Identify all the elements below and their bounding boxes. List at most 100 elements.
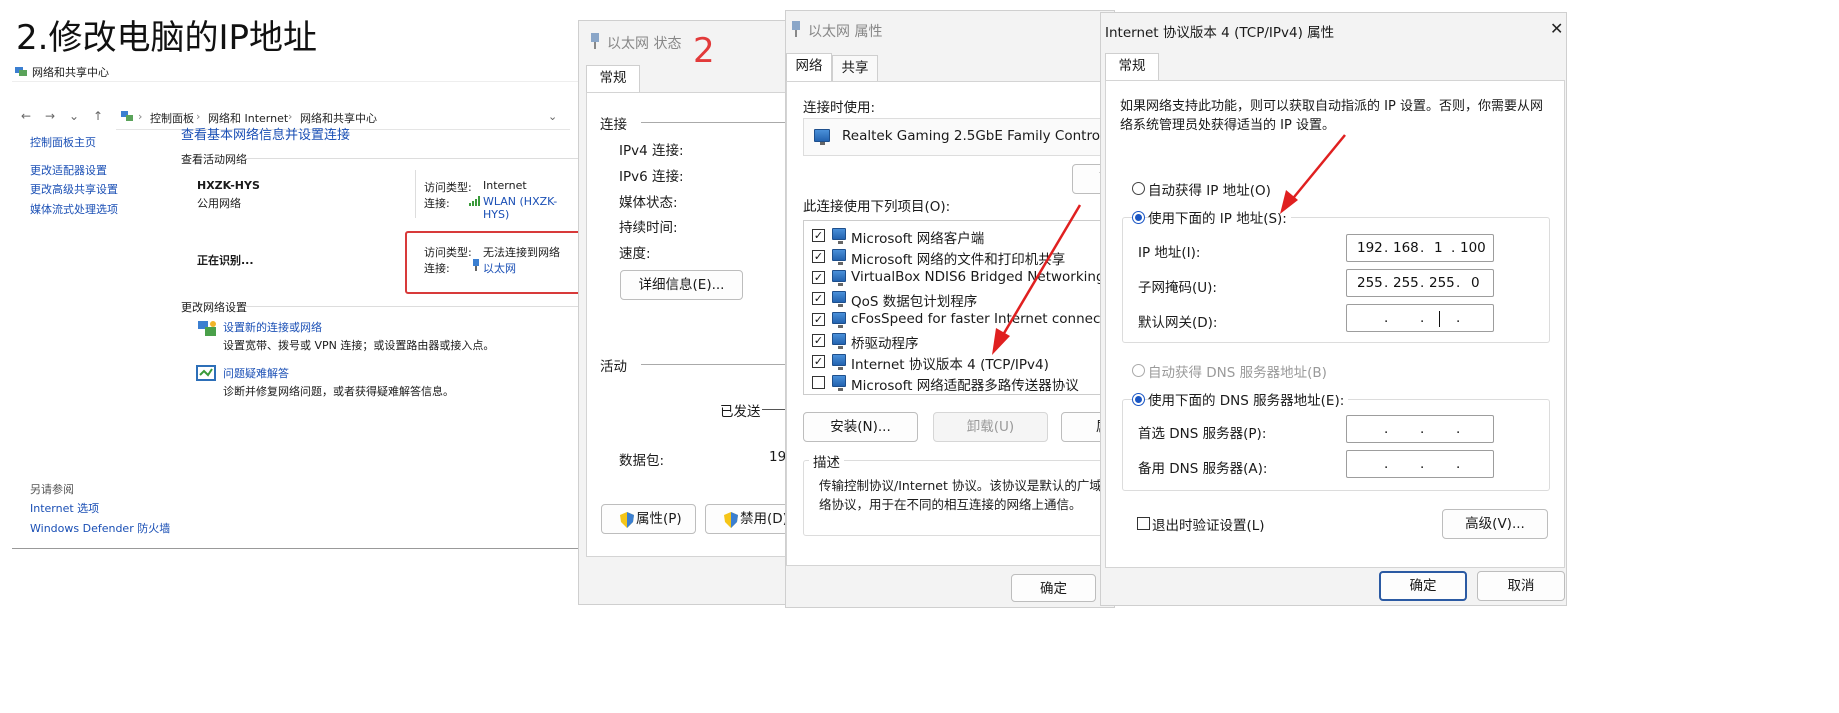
see-also-internet-options[interactable]: Internet 选项 bbox=[30, 500, 99, 516]
mask-octet-2: 255 bbox=[1393, 275, 1419, 291]
tab-general[interactable]: 常规 bbox=[1105, 53, 1159, 81]
auto-ip-label: 自动获得 IP 地址(O) bbox=[1148, 183, 1271, 199]
gateway-field[interactable]: .. . bbox=[1346, 304, 1494, 332]
tab-network[interactable]: 网络 bbox=[786, 53, 832, 81]
speed-label: 速度: bbox=[619, 246, 651, 262]
network-sharing-center-window: 网络和共享中心 ← → ⌄ ↑ › 控制面板 › 网络和 Internet › … bbox=[12, 60, 578, 640]
group-divider bbox=[641, 122, 789, 123]
access-type-label: 访问类型: bbox=[424, 246, 472, 259]
ethernet-icon bbox=[591, 33, 599, 49]
window-titlebar: 网络和共享中心 bbox=[12, 60, 578, 82]
ipv6-connection-label: IPv6 连接: bbox=[619, 169, 684, 185]
task-new-connection-desc: 设置宽带、拨号或 VPN 连接；或设置路由器或接入点。 bbox=[223, 339, 495, 352]
forward-arrow-icon[interactable]: → bbox=[42, 108, 58, 124]
description-label: 描述 bbox=[809, 451, 844, 471]
adapter-name: Realtek Gaming 2.5GbE Family Controller bbox=[842, 128, 1115, 144]
item-label: QoS 数据包计划程序 bbox=[851, 294, 978, 310]
item-checkbox[interactable]: ✓ bbox=[812, 292, 825, 305]
access-type-value: Internet bbox=[483, 179, 527, 192]
alternate-dns-label: 备用 DNS 服务器(A): bbox=[1138, 461, 1268, 477]
task-new-connection-link[interactable]: 设置新的连接或网络 bbox=[223, 319, 322, 335]
mask-octet-4: 0 bbox=[1471, 275, 1480, 291]
ok-button[interactable]: 确定 bbox=[1011, 574, 1096, 602]
dialog-title: Internet 协议版本 4 (TCP/IPv4) 属性 bbox=[1105, 25, 1335, 41]
packets-label: 数据包: bbox=[619, 453, 665, 469]
subnet-mask-label: 子网掩码(U): bbox=[1138, 280, 1217, 296]
manual-dns-radio[interactable] bbox=[1132, 393, 1145, 406]
uac-shield-icon bbox=[724, 512, 738, 528]
alternate-dns-field[interactable]: ... bbox=[1346, 450, 1494, 478]
ip-octet-1: 192 bbox=[1357, 240, 1383, 256]
item-checkbox[interactable]: ✓ bbox=[812, 355, 825, 368]
details-button[interactable]: 详细信息(E)... bbox=[620, 270, 743, 300]
item-checkbox[interactable]: ✓ bbox=[812, 229, 825, 242]
list-item[interactable]: Microsoft 网络适配器多路传送器协议 bbox=[812, 373, 1112, 394]
properties-button-label: 属性(P) bbox=[636, 511, 682, 527]
description-text: 传输控制协议/Internet 协议。该协议是默认的广域网络协议，用于在不同的相… bbox=[819, 478, 1115, 512]
cancel-button[interactable]: 取消 bbox=[1477, 571, 1565, 601]
ethernet-icon bbox=[792, 21, 800, 37]
close-icon[interactable]: ✕ bbox=[1550, 19, 1563, 38]
wifi-signal-icon bbox=[469, 196, 480, 206]
see-also-defender-firewall[interactable]: Windows Defender 防火墙 bbox=[30, 520, 170, 536]
annotation-number: 2 bbox=[693, 31, 715, 71]
up-arrow-icon[interactable]: ↑ bbox=[90, 108, 106, 124]
back-arrow-icon[interactable]: ← bbox=[18, 108, 34, 124]
page-heading: 2.修改电脑的IP地址 bbox=[16, 18, 317, 58]
group-divider bbox=[641, 364, 789, 365]
troubleshoot-icon bbox=[196, 365, 216, 381]
ethernet-connection-link[interactable]: 以太网 bbox=[483, 260, 516, 276]
item-checkbox[interactable]: ✓ bbox=[812, 250, 825, 263]
media-state-label: 媒体状态: bbox=[619, 195, 678, 211]
ip-address-field[interactable]: 192 . 168 . 1 . 100 bbox=[1346, 234, 1494, 262]
recent-chevron-icon[interactable]: ⌄ bbox=[66, 108, 82, 124]
ethernet-icon bbox=[473, 259, 479, 271]
sidebar-link-adapter-settings[interactable]: 更改适配器设置 bbox=[30, 162, 107, 178]
breadcrumb-separator: › bbox=[138, 110, 143, 123]
network-name-identifying: 正在识别... bbox=[197, 254, 254, 267]
uninstall-button[interactable]: 卸载(U) bbox=[933, 412, 1048, 442]
item-checkbox[interactable]: ✓ bbox=[812, 334, 825, 347]
adapter-box: Realtek Gaming 2.5GbE Family Controller bbox=[803, 118, 1115, 156]
subnet-mask-field[interactable]: 255 . 255 . 255 . 0 bbox=[1346, 269, 1494, 297]
item-checkbox[interactable]: ✓ bbox=[812, 313, 825, 326]
chevron-down-icon[interactable]: ⌄ bbox=[548, 110, 557, 123]
auto-dns-radio[interactable] bbox=[1132, 364, 1145, 377]
ip-octet-3: 1 bbox=[1434, 240, 1443, 256]
sidebar-link-advanced-sharing[interactable]: 更改高级共享设置 bbox=[30, 181, 118, 197]
see-also-header: 另请参阅 bbox=[30, 483, 74, 496]
access-type-value: 无法连接到网络 bbox=[483, 246, 560, 259]
auto-ip-radio[interactable] bbox=[1132, 182, 1145, 195]
control-panel-icon bbox=[121, 111, 133, 121]
task-troubleshoot-link[interactable]: 问题疑难解答 bbox=[223, 365, 289, 381]
item-label: Microsoft 网络适配器多路传送器协议 bbox=[851, 378, 1079, 394]
change-settings-label: 更改网络设置 bbox=[181, 301, 247, 314]
red-arrow-icon bbox=[1280, 134, 1346, 214]
item-checkbox[interactable]: ✓ bbox=[812, 271, 825, 284]
preferred-dns-label: 首选 DNS 服务器(P): bbox=[1138, 426, 1267, 442]
preferred-dns-field[interactable]: ... bbox=[1346, 415, 1494, 443]
screenshot: 2.修改电脑的IP地址 网络和共享中心 ← → ⌄ ↑ › 控制面板 › 网络和… bbox=[0, 0, 1839, 713]
auto-dns-label: 自动获得 DNS 服务器地址(B) bbox=[1148, 365, 1327, 381]
window-title: 网络和共享中心 bbox=[32, 66, 109, 79]
manual-ip-radio[interactable] bbox=[1132, 211, 1145, 224]
sidebar-link-control-panel-home[interactable]: 控制面板主页 bbox=[30, 134, 96, 150]
ipv4-connection-label: IPv4 连接: bbox=[619, 143, 684, 159]
advanced-button[interactable]: 高级(V)... bbox=[1442, 509, 1548, 539]
disable-button-label: 禁用(D) bbox=[740, 511, 788, 527]
disable-button[interactable]: 禁用(D) bbox=[705, 504, 789, 534]
tab-sharing[interactable]: 共享 bbox=[832, 55, 878, 81]
item-checkbox[interactable] bbox=[812, 376, 825, 389]
install-button[interactable]: 安装(N)... bbox=[803, 412, 918, 442]
sidebar-link-media-streaming[interactable]: 媒体流式处理选项 bbox=[30, 201, 118, 217]
manual-dns-label: 使用下面的 DNS 服务器地址(E): bbox=[1148, 389, 1349, 409]
connection-group-label: 连接 bbox=[600, 117, 627, 133]
active-networks-label: 查看活动网络 bbox=[181, 153, 247, 166]
validate-checkbox[interactable] bbox=[1137, 517, 1150, 530]
wlan-connection-link[interactable]: WLAN (HXZK-HYS) bbox=[483, 195, 578, 221]
tab-general[interactable]: 常规 bbox=[586, 65, 640, 93]
ip-address-label: IP 地址(I): bbox=[1138, 245, 1201, 261]
ok-button[interactable]: 确定 bbox=[1379, 571, 1467, 601]
properties-button[interactable]: 属性(P) bbox=[601, 504, 696, 534]
network-profile: 公用网络 bbox=[197, 197, 241, 210]
